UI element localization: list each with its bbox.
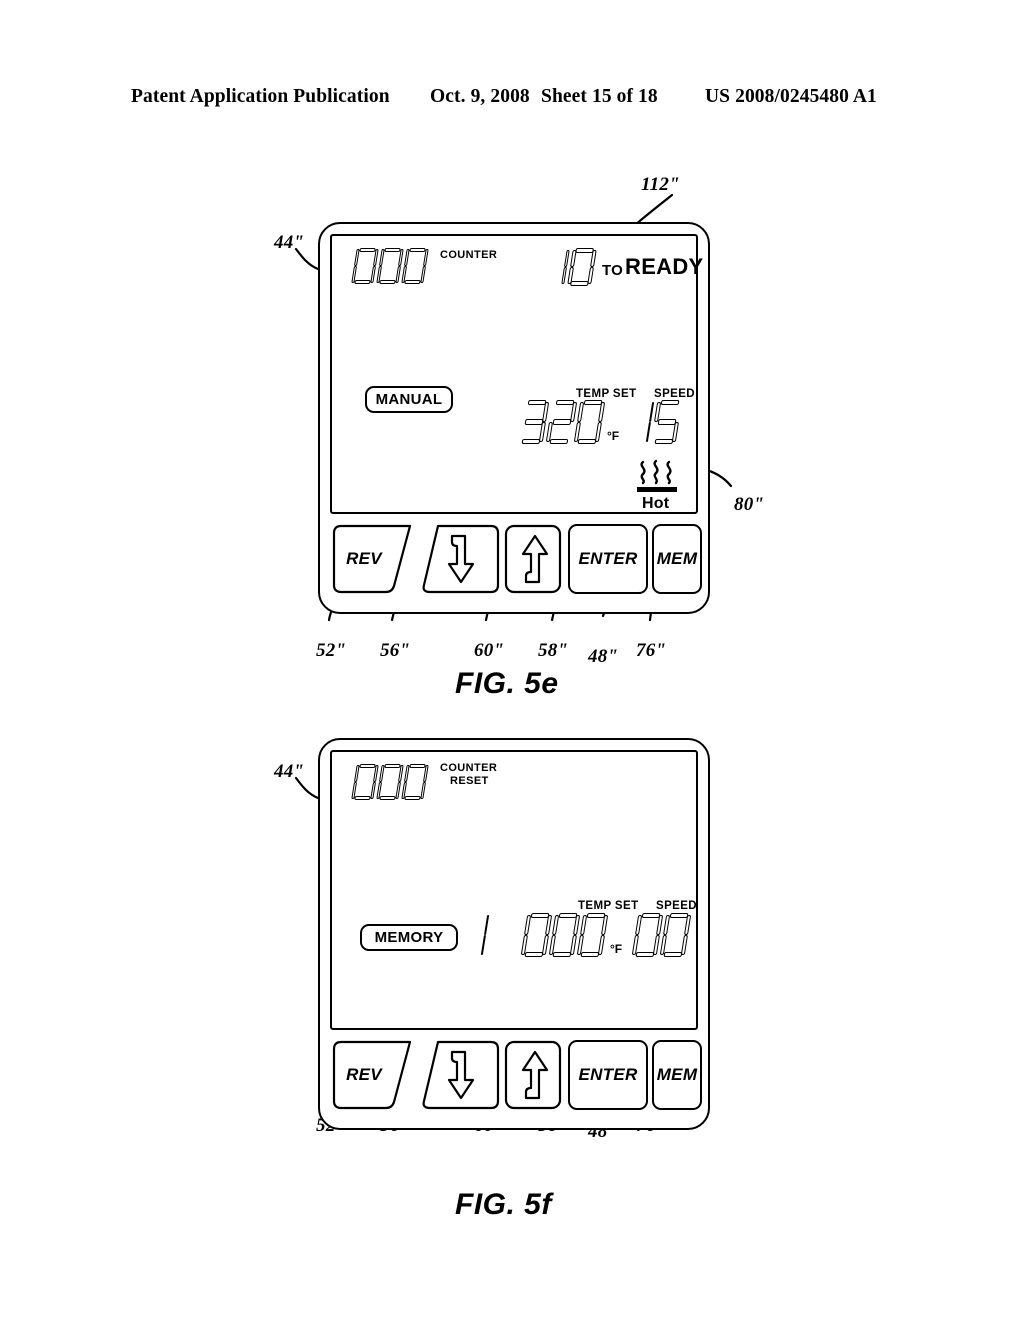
publication-title: Patent Application Publication [131, 86, 390, 107]
rev-button[interactable]: REV [332, 1040, 416, 1110]
ready-digit [567, 248, 597, 286]
temp-digit [573, 400, 606, 444]
counter-digit [401, 248, 429, 284]
temp-unit-label: °F [607, 429, 620, 443]
counter-digit [351, 764, 379, 800]
ref-44: 44" [274, 761, 305, 782]
ready-digit [546, 248, 570, 286]
mode-label: MANUAL [375, 391, 443, 408]
speed-display [635, 400, 679, 444]
temp-set-display [518, 400, 606, 444]
speed-display [631, 913, 692, 957]
figure-5f: 44" 102" 98" 106" 108" 52" 56" 60" 58" 4… [0, 700, 1024, 1280]
counter-digit [351, 248, 379, 284]
enter-button-label: ENTER [578, 549, 638, 568]
temp-digit [545, 400, 578, 444]
ready-countdown-display [546, 248, 597, 286]
ready-label: READY [625, 254, 704, 279]
down-arrow-button[interactable] [416, 1040, 500, 1110]
ref-60: 60" [474, 640, 505, 661]
mode-indicator-manual: MANUAL [365, 386, 453, 413]
mode-label: MEMORY [374, 929, 444, 946]
hot-label: Hot [642, 495, 670, 512]
rev-button-label: REV [346, 549, 382, 568]
rev-button[interactable]: REV [332, 524, 416, 594]
down-arrow-button[interactable] [416, 524, 500, 594]
enter-button-label: ENTER [578, 1065, 638, 1084]
control-panel-device: COUNTER RESET MEMORY °F TEMP SET SPEED R… [318, 738, 710, 1130]
sheet-number: Sheet 15 of 18 [541, 86, 658, 107]
mem-button[interactable]: MEM [652, 524, 702, 594]
mem-button-label: MEM [656, 1065, 698, 1084]
ref-76: 76" [636, 640, 667, 661]
rev-button-label: REV [346, 1065, 382, 1084]
figure-caption: FIG. 5e [455, 667, 559, 700]
mem-button[interactable]: MEM [652, 1040, 702, 1110]
publication-date: Oct. 9, 2008 [430, 86, 530, 107]
enter-button[interactable]: ENTER [568, 1040, 648, 1110]
temp-set-display [520, 913, 609, 957]
counter-label: COUNTER [440, 249, 498, 261]
speed-digit [659, 913, 692, 957]
ready-to-label: TO [602, 262, 623, 279]
counter-label-line2: RESET [450, 775, 489, 787]
counter-digit [401, 764, 429, 800]
temp-digit [576, 913, 609, 957]
temp-digit [548, 913, 581, 957]
temp-set-label: TEMP SET [576, 388, 637, 400]
speed-label: SPEED [654, 388, 695, 400]
control-panel-device: COUNTER TO READY MANUAL °F TEMP SET SPEE… [318, 222, 710, 614]
figure-5e: 44" 112" 120" 106" 108" 80" 52" 56" 60" … [0, 150, 1024, 720]
enter-button[interactable]: ENTER [568, 524, 648, 594]
speed-digit [651, 400, 683, 444]
patent-header: Patent Application Publication Oct. 9, 2… [0, 86, 1024, 116]
counter-display [351, 764, 429, 800]
lcd-screen: COUNTER RESET MEMORY °F TEMP SET SPEED [330, 750, 698, 1030]
temp-set-label: TEMP SET [578, 900, 639, 912]
ref-112: 112" [641, 174, 680, 195]
temp-unit-label: °F [610, 942, 623, 956]
ref-52: 52" [316, 640, 347, 661]
counter-label-line1: COUNTER [440, 762, 498, 774]
up-arrow-button[interactable] [504, 1040, 562, 1110]
ref-56: 56" [380, 640, 411, 661]
memory-slot-digit-icon [474, 913, 490, 957]
ref-48: 48" [588, 646, 619, 667]
steam-hot-icon [629, 458, 685, 496]
patent-number: US 2008/0245480 A1 [705, 86, 877, 107]
lcd-screen: COUNTER TO READY MANUAL °F TEMP SET SPEE… [330, 234, 703, 514]
mode-indicator-memory: MEMORY [360, 924, 458, 951]
counter-digit [376, 764, 404, 800]
ref-58: 58" [538, 640, 569, 661]
mem-button-label: MEM [656, 549, 698, 568]
counter-digit [376, 248, 404, 284]
ref-80: 80" [734, 494, 765, 515]
up-arrow-button[interactable] [504, 524, 562, 594]
temp-digit [520, 913, 553, 957]
speed-digit [631, 913, 664, 957]
memory-slot-digit [471, 913, 490, 957]
ref-44: 44" [274, 232, 305, 253]
speed-label: SPEED [656, 900, 697, 912]
counter-display [351, 248, 429, 284]
figure-caption: FIG. 5f [455, 1188, 552, 1221]
temp-digit [518, 400, 550, 444]
